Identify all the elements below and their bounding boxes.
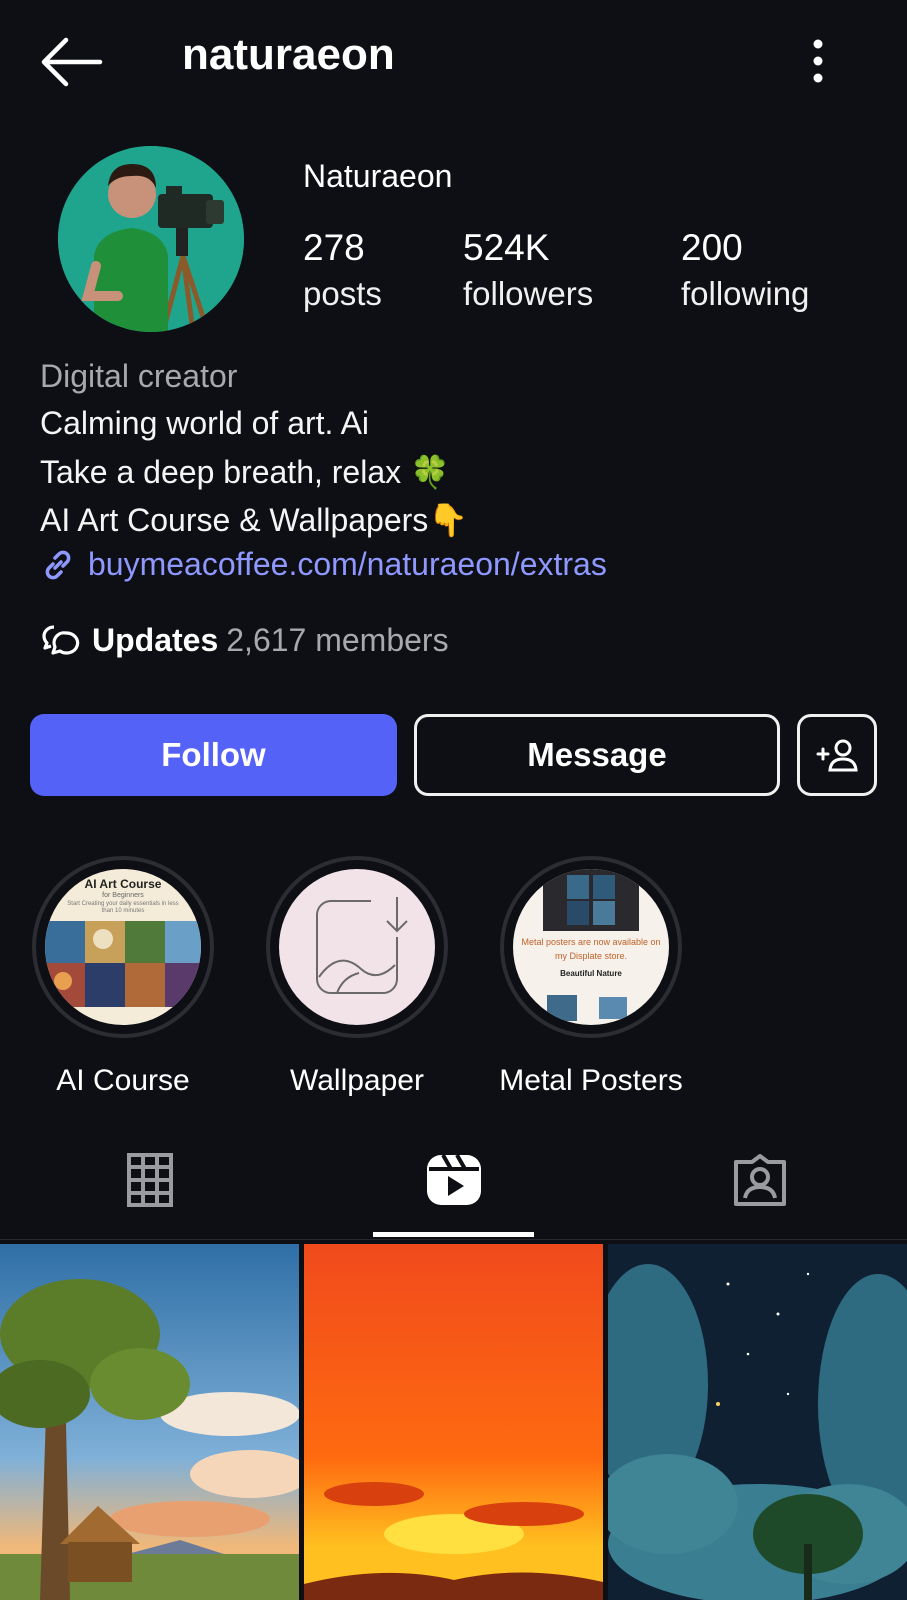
following-stat[interactable]: 200 following [681,225,809,317]
posts-label: posts [303,275,382,312]
tab-tagged[interactable] [650,1150,870,1210]
profile-username: naturaeon [182,30,395,79]
highlight-ring [266,856,448,1038]
highlight-cover [279,869,435,1025]
profile-avatar[interactable] [58,146,244,332]
highlight-metal-posters[interactable]: Metal posters are now available on my Di… [496,856,686,1098]
add-person-icon [816,739,858,772]
cover-text: Metal posters are now available on my Di… [521,937,661,961]
bio-line: Take a deep breath, relax 🍀 [40,454,450,490]
cover-subtitle: for Beginners [102,892,144,899]
followers-count: 524K [463,227,550,268]
bio-line: AI Art Course & Wallpapers👇 [40,502,469,538]
link-icon [45,550,71,579]
more-options-icon[interactable] [808,38,828,84]
posts-stat[interactable]: 278 posts [303,225,382,317]
channel-members: 2,617 members [226,622,449,658]
cover-title: AI Art Course [84,877,162,891]
reels-icon [427,1154,481,1205]
followers-stat[interactable]: 524K followers [463,225,593,317]
tab-reels[interactable] [344,1150,564,1210]
highlight-ring: AI Art Course for Beginners Start Creati… [32,856,214,1038]
active-tab-indicator [373,1232,534,1237]
highlight-cover: AI Art Course for Beginners Start Creati… [45,869,201,1025]
highlight-label: Wallpaper [290,1064,424,1097]
grid-icon [127,1153,173,1207]
message-button[interactable]: Message [414,714,780,796]
tab-divider [0,1239,907,1240]
highlight-wallpaper[interactable]: Wallpaper [262,856,452,1098]
bio-line: Calming world of art. Ai [40,405,370,441]
channel-name: Updates [92,622,219,658]
highlight-ring: Metal posters are now available on my Di… [500,856,682,1038]
cover-text: Start Creating your daily essentials in … [67,901,179,914]
back-arrow-icon[interactable] [36,36,106,88]
chat-bubbles-icon [42,624,80,655]
profile-category: Digital creator [40,358,238,394]
tab-grid[interactable] [40,1150,260,1210]
highlight-label: Metal Posters [499,1064,683,1097]
reel-thumbnail[interactable] [304,1244,603,1600]
highlight-cover: Metal posters are now available on my Di… [513,869,669,1025]
following-label: following [681,275,810,312]
reel-thumbnail[interactable] [608,1244,907,1600]
cover-title: Beautiful Nature [560,969,622,978]
highlight-ai-course[interactable]: AI Art Course for Beginners Start Creati… [28,856,218,1098]
broadcast-channel[interactable]: Updates 2,617 members [40,622,449,659]
followers-label: followers [463,275,594,312]
bio-link-text[interactable]: buymeacoffee.com/naturaeon/extras [88,546,607,583]
tagged-person-icon [734,1154,786,1206]
image-download-icon [316,897,408,994]
follow-button[interactable]: Follow [30,714,397,796]
display-name: Naturaeon [303,158,453,194]
bio-link[interactable]: buymeacoffee.com/naturaeon/extras [40,546,607,583]
posts-count: 278 [303,227,365,268]
reel-thumbnail[interactable] [0,1244,299,1600]
following-count: 200 [681,227,743,268]
cover-image [45,921,201,1007]
suggested-users-button[interactable] [797,714,877,796]
highlight-label: AI Course [56,1064,190,1097]
